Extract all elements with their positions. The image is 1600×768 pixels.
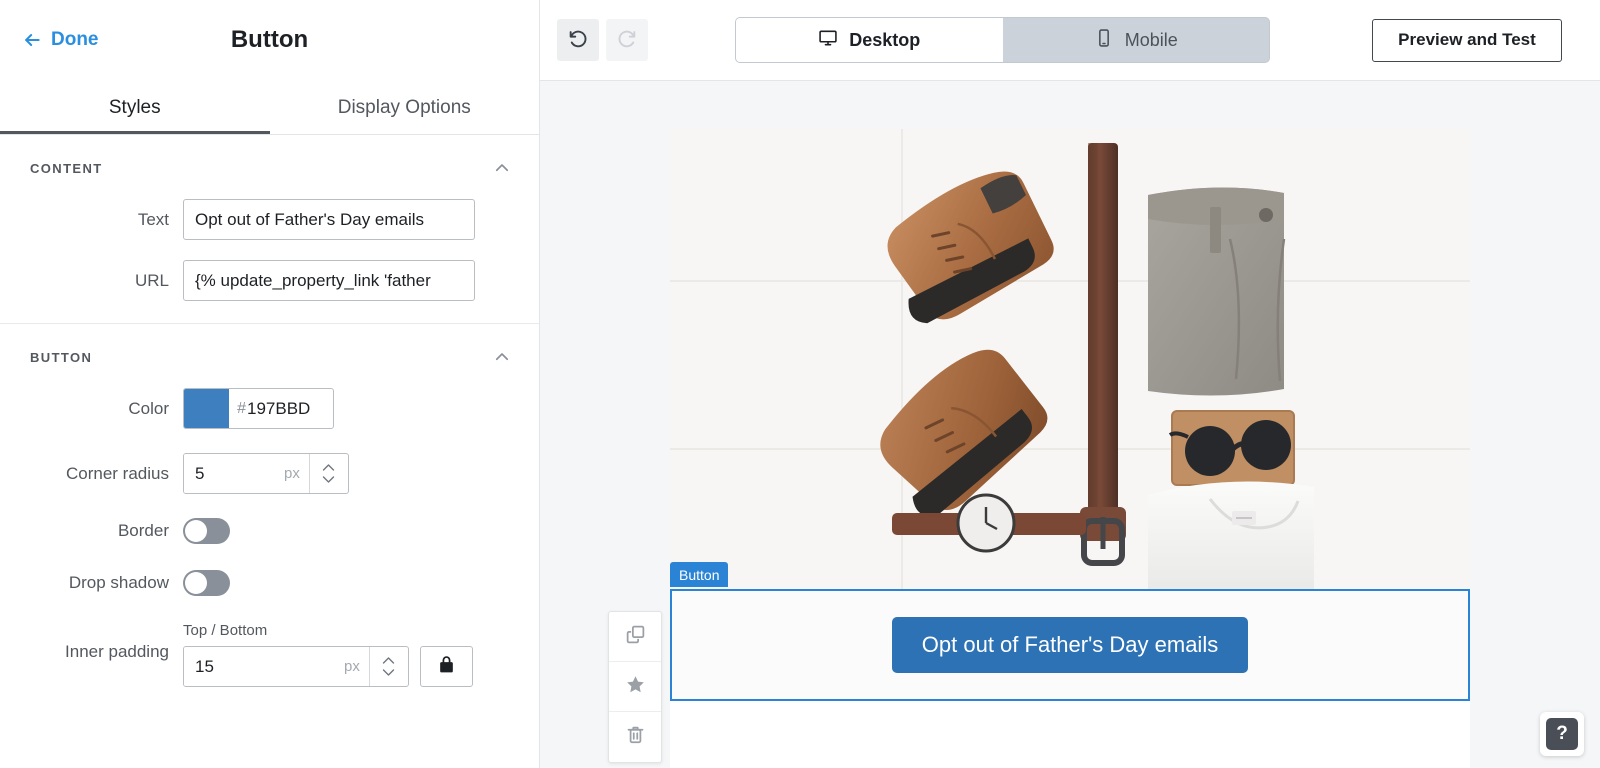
chevron-up-icon[interactable] — [493, 348, 511, 366]
tab-styles[interactable]: Styles — [0, 80, 270, 135]
email-document: Button — [670, 129, 1470, 768]
chevron-down-icon[interactable] — [321, 475, 336, 484]
editor-canvas-area: Desktop Mobile Preview and Test — [540, 0, 1600, 768]
padding-lock-button[interactable] — [420, 646, 473, 687]
url-input[interactable] — [183, 260, 475, 301]
inner-padding-stepper[interactable]: px — [183, 646, 409, 687]
inner-padding-sublabel: Top / Bottom — [183, 622, 473, 639]
hero-image — [670, 129, 1470, 589]
panel-header: Done Button — [0, 0, 539, 80]
button-section-header[interactable]: BUTTON — [0, 324, 539, 382]
preview-and-test-button[interactable]: Preview and Test — [1372, 19, 1562, 62]
redo-icon — [616, 27, 638, 54]
content-section: CONTENT Text URL — [0, 135, 539, 324]
help-button[interactable]: ? — [1540, 712, 1584, 756]
panel-tabs: Styles Display Options — [0, 80, 539, 135]
star-icon — [625, 674, 646, 700]
corner-radius-stepper[interactable]: px — [183, 453, 349, 494]
top-toolbar: Desktop Mobile Preview and Test — [540, 0, 1600, 81]
toggle-knob — [185, 520, 207, 542]
block-type-tag: Button — [670, 562, 728, 587]
inner-padding-unit: px — [344, 647, 369, 686]
border-row: Border — [0, 512, 539, 550]
inner-padding-label: Inner padding — [0, 622, 183, 662]
email-canvas: Button — [540, 81, 1600, 768]
delete-block-button[interactable] — [609, 712, 661, 762]
lock-icon — [437, 654, 456, 680]
hash-symbol: # — [237, 400, 246, 418]
device-button-desktop[interactable]: Desktop — [736, 18, 1003, 62]
url-field-label: URL — [0, 271, 183, 291]
url-field-row: URL — [0, 254, 539, 307]
hero-image-artwork — [670, 129, 1470, 589]
inner-padding-spinners — [369, 647, 408, 686]
inner-padding-controls: Top / Bottom px — [183, 622, 473, 687]
chevron-up-icon[interactable] — [381, 656, 396, 665]
undo-button[interactable] — [557, 19, 599, 61]
tab-display-options[interactable]: Display Options — [270, 80, 540, 135]
corner-radius-label: Corner radius — [0, 464, 183, 484]
undo-icon — [567, 27, 589, 54]
drop-shadow-row: Drop shadow — [0, 564, 539, 602]
button-block[interactable]: Opt out of Father's Day emails — [670, 589, 1470, 701]
phone-icon — [1094, 28, 1114, 53]
duplicate-icon — [625, 624, 646, 650]
corner-radius-unit: px — [284, 454, 309, 493]
color-hex-input[interactable] — [247, 399, 333, 419]
monitor-icon — [818, 28, 838, 53]
chevron-up-icon[interactable] — [321, 463, 336, 472]
done-label: Done — [51, 29, 99, 51]
settings-panel: Done Button Styles Display Options CONTE… — [0, 0, 540, 768]
favorite-block-button[interactable] — [609, 662, 661, 712]
back-arrow-icon — [22, 30, 42, 50]
color-field-label: Color — [0, 399, 183, 419]
border-toggle[interactable] — [183, 518, 230, 544]
text-field-row: Text — [0, 193, 539, 246]
help-label: ? — [1546, 718, 1578, 750]
color-field-row: Color # — [0, 382, 539, 435]
chevron-up-icon[interactable] — [493, 159, 511, 177]
selected-block-wrapper: Button — [670, 589, 1470, 701]
inner-padding-input[interactable] — [184, 647, 344, 686]
app-root: Done Button Styles Display Options CONTE… — [0, 0, 1600, 768]
button-section-title: BUTTON — [30, 350, 92, 365]
content-section-header[interactable]: CONTENT — [0, 135, 539, 193]
chevron-down-icon[interactable] — [381, 668, 396, 677]
button-section: BUTTON Color # Co — [0, 324, 539, 709]
toggle-knob — [185, 572, 207, 594]
corner-radius-input[interactable] — [184, 454, 284, 493]
text-input[interactable] — [183, 199, 475, 240]
color-swatch[interactable] — [184, 389, 229, 428]
redo-button[interactable] — [606, 19, 648, 61]
device-button-mobile[interactable]: Mobile — [1003, 18, 1270, 62]
trash-icon — [625, 724, 646, 750]
inner-padding-row: Inner padding Top / Bottom px — [0, 616, 539, 693]
tab-display-options-label: Display Options — [338, 97, 471, 119]
device-button-desktop-label: Desktop — [849, 30, 920, 51]
drop-shadow-label: Drop shadow — [0, 573, 183, 593]
device-button-mobile-label: Mobile — [1125, 30, 1178, 51]
drop-shadow-toggle[interactable] — [183, 570, 230, 596]
panel-body: CONTENT Text URL BUTTON — [0, 135, 539, 768]
color-hex-wrap: # — [229, 389, 333, 428]
history-buttons — [557, 19, 648, 61]
text-field-label: Text — [0, 210, 183, 230]
content-section-title: CONTENT — [30, 161, 103, 176]
border-label: Border — [0, 521, 183, 541]
corner-radius-spinners — [309, 454, 348, 493]
tab-styles-label: Styles — [109, 97, 161, 119]
block-toolbar — [608, 611, 662, 763]
email-cta-button[interactable]: Opt out of Father's Day emails — [892, 617, 1248, 673]
duplicate-block-button[interactable] — [609, 612, 661, 662]
done-button[interactable]: Done — [22, 29, 99, 51]
device-preview-switch: Desktop Mobile — [736, 18, 1269, 62]
corner-radius-row: Corner radius px — [0, 447, 539, 500]
color-picker[interactable]: # — [183, 388, 334, 429]
